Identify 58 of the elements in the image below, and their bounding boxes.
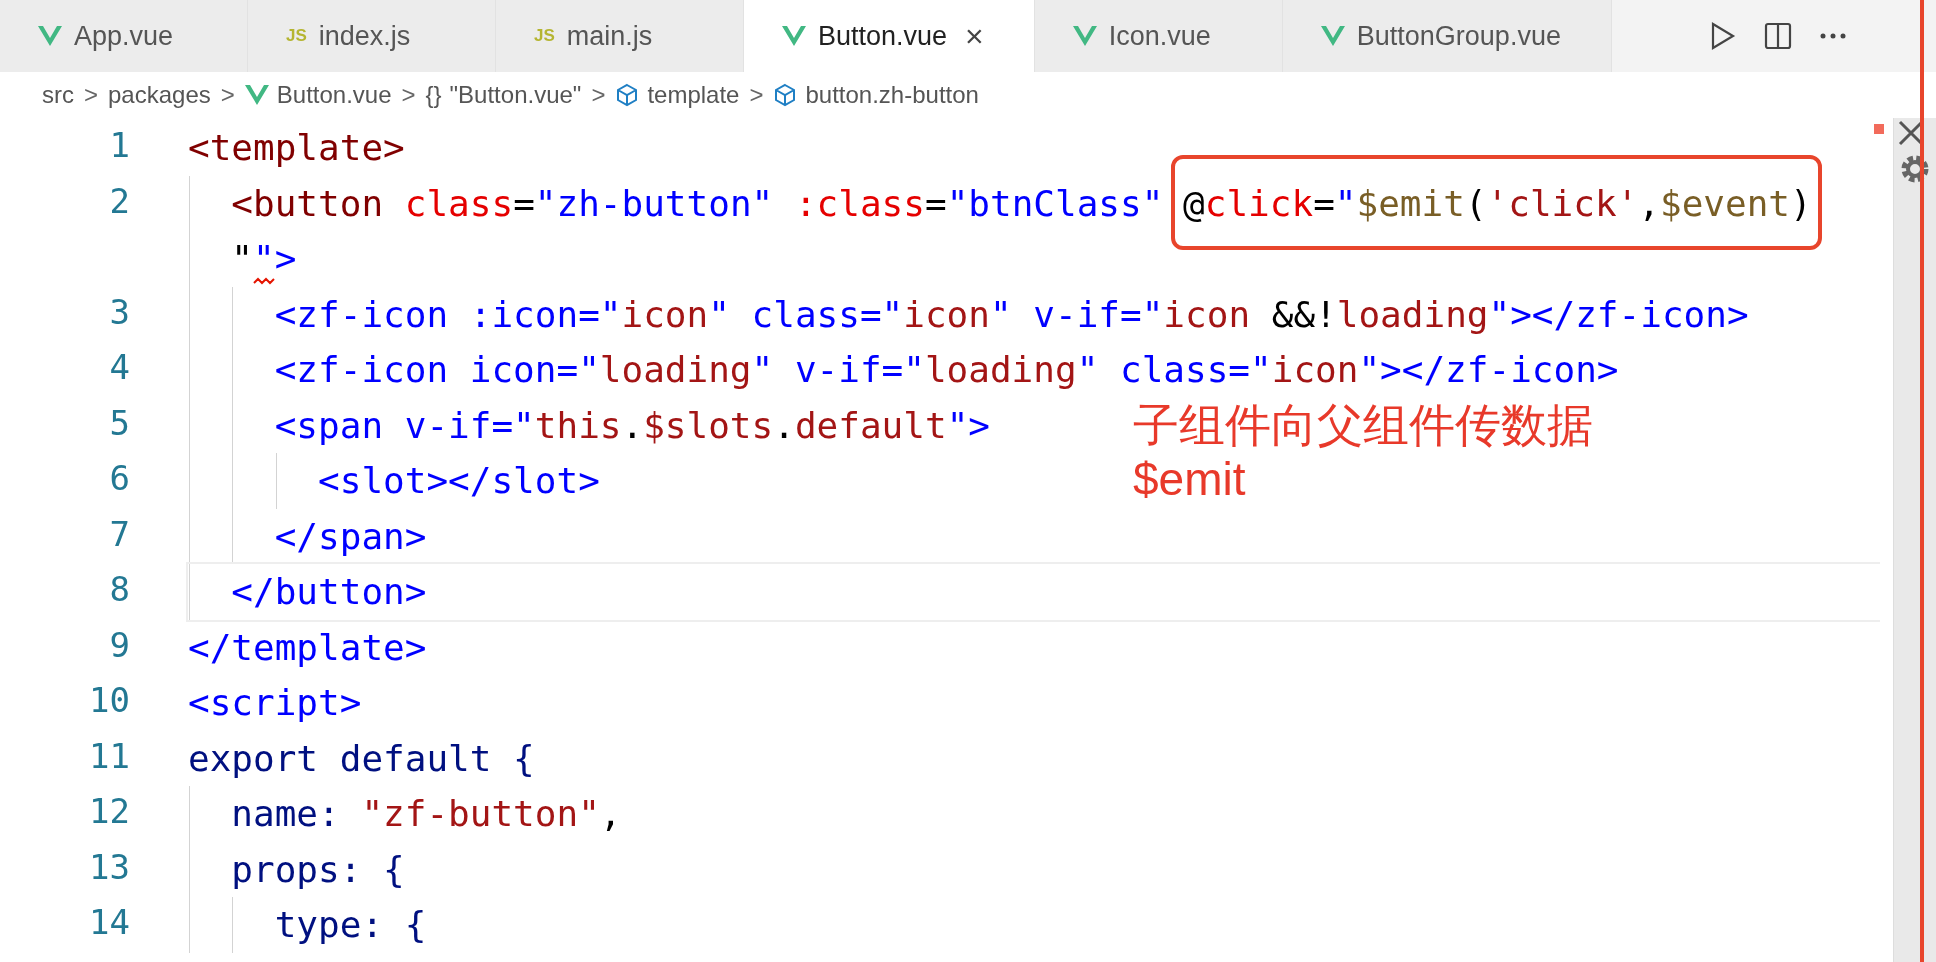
code-line: <zf-icon :icon="icon" class="icon" v-if="icon &&!loading"></zf-icon> xyxy=(273,293,1749,335)
line-number: 10 xyxy=(88,679,131,722)
line-number: 3 xyxy=(108,290,131,334)
code-line: <template> xyxy=(188,127,405,168)
code-line: <span v-if="this.$slots.default"> xyxy=(273,404,990,446)
breadcrumb-item[interactable]: packages xyxy=(108,81,211,109)
line-number: 9 xyxy=(108,623,131,667)
tab-label: Icon.vue xyxy=(1108,20,1211,52)
braces-icon: {} xyxy=(425,81,442,109)
line-number: 7 xyxy=(108,512,131,556)
close-icon[interactable]: × xyxy=(965,17,984,55)
code-line: type: { xyxy=(273,904,427,945)
breadcrumb-item[interactable]: button.zh-button xyxy=(773,81,979,109)
line-number: 2 xyxy=(108,179,131,223)
editor-tab[interactable]: App.vue xyxy=(0,0,248,72)
line-number: 8 xyxy=(108,568,131,611)
editor-tab[interactable]: ButtonGroup.vue xyxy=(1282,0,1612,72)
editor-tab[interactable]: JS main.js xyxy=(496,0,744,72)
code-line: export default { xyxy=(188,737,535,779)
editor-tab[interactable]: JS index.js xyxy=(248,0,496,72)
breadcrumb-item[interactable]: Button.vue xyxy=(244,81,392,109)
tab-label: Button.vue xyxy=(818,20,948,52)
tab-label: index.js xyxy=(318,20,411,52)
code-line: ""> xyxy=(188,238,297,279)
tab-label: ButtonGroup.vue xyxy=(1356,20,1561,52)
code-line: </button> xyxy=(230,571,427,612)
tab-label: main.js xyxy=(566,20,653,52)
breadcrumb-item[interactable]: {} "Button.vue" xyxy=(425,81,582,109)
code-line: <script> xyxy=(188,682,362,723)
code-line: </span> xyxy=(273,515,427,557)
breadcrumb-item[interactable]: template xyxy=(615,81,740,109)
highlight-box: @click="$emit('click',$event) xyxy=(1171,154,1822,250)
line-number: 14 xyxy=(88,901,131,944)
breadcrumb-separator: > xyxy=(84,81,98,109)
breadcrumb-separator: > xyxy=(591,81,606,109)
line-number: 1 xyxy=(108,124,131,167)
editor-tab[interactable]: Icon.vue xyxy=(1034,0,1283,72)
line-number: 13 xyxy=(88,845,131,889)
line-number: 5 xyxy=(108,401,131,445)
code-line: </template> xyxy=(188,626,427,668)
line-number: 12 xyxy=(88,790,131,833)
annotation-text: 子组件向父组件传数据 xyxy=(1133,398,1593,452)
breadcrumb-separator: > xyxy=(401,81,416,109)
tab-label: App.vue xyxy=(74,20,174,52)
code-line: props: { xyxy=(230,848,405,890)
editor-tab[interactable]: Button.vue × xyxy=(744,0,1035,72)
line-number: 6 xyxy=(108,457,131,500)
breadcrumb-item[interactable]: src xyxy=(42,81,74,109)
line-number: 11 xyxy=(88,734,131,778)
breadcrumb-separator: > xyxy=(749,81,764,109)
js-icon: JS xyxy=(534,26,555,46)
js-icon: JS xyxy=(286,26,307,46)
code-line: name: "zf-button", xyxy=(230,793,622,834)
code-line: <slot></slot> xyxy=(317,460,600,501)
annotation-text: $emit xyxy=(1133,452,1247,506)
code-line: <zf-icon icon="loading" v-if="loading" class="icon"></zf-icon> xyxy=(273,349,1619,390)
line-number: 4 xyxy=(108,346,131,389)
breadcrumb-separator: > xyxy=(220,81,235,109)
